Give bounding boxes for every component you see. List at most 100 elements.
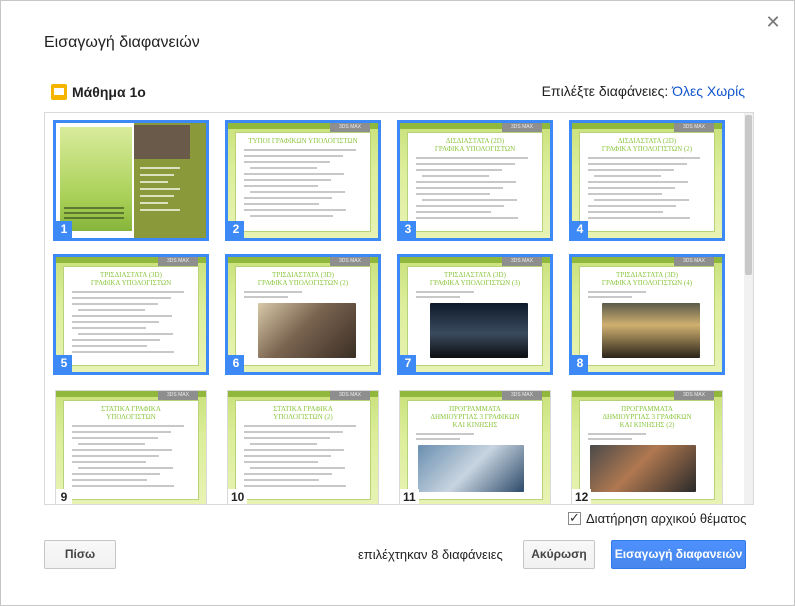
- slide-number: 2: [228, 221, 244, 238]
- text-line: [244, 461, 318, 463]
- text-line: [250, 167, 317, 169]
- scrollbar-thumb[interactable]: [745, 115, 752, 275]
- slide-title: ΠΡΟΓΡΑΜΜΑΤΑ ΔΗΜΙΟΥΡΓΙΑΣ 3 ΓΡΑΦΙΚΩΝ ΚΑΙ ΚΙΝ…: [430, 405, 520, 429]
- keep-theme-option[interactable]: Διατήρηση αρχικού θέματος: [568, 510, 746, 526]
- text-line: [78, 443, 145, 445]
- text-line: [244, 296, 288, 298]
- slide-preview: [56, 123, 206, 238]
- slide-image: [418, 445, 524, 492]
- text-line: [416, 211, 491, 213]
- slide-tag: 3DS MAX: [502, 257, 542, 266]
- keep-theme-checkbox[interactable]: [568, 510, 581, 526]
- text-line: [416, 205, 504, 207]
- text-line: [594, 175, 661, 177]
- text-line: [244, 185, 318, 187]
- slide-preview: 3DS MAX ΔΙΣΔΙΑΣΤΑΤΑ (2D) ΓΡΑΦΙΚΑ ΥΠΟΛΟΓΙΣΤ…: [572, 123, 722, 238]
- text-line: [72, 315, 172, 317]
- slide-body: [235, 132, 371, 232]
- slide-preview: 3DS MAX ΤΡΙΣΔΙΑΣΤΑΤΑ (3D) ΓΡΑΦΙΚΑ ΥΠΟΛΟΓΙΣ…: [228, 257, 378, 372]
- slide-number: 1: [56, 221, 72, 238]
- text-line: [594, 199, 689, 201]
- text-line: [244, 455, 331, 457]
- slide-thumbnail[interactable]: 3DS MAX ΤΡΙΣΔΙΑΣΤΑΤΑ (3D) ΓΡΑΦΙΚΑ ΥΠΟΛΟΓΙΣ…: [53, 254, 209, 375]
- text-line: [250, 443, 317, 445]
- text-line: [72, 321, 159, 323]
- text-line: [588, 169, 674, 171]
- slide-number: 5: [56, 355, 72, 372]
- slide-thumbnail[interactable]: 3DS MAX ΣΤΑΤΙΚΑ ΓΡΑΦΙΚΑ ΥΠΟΛΟΓΙΣΤΩΝ (2) 10: [227, 390, 379, 504]
- slide-tag: 3DS MAX: [674, 257, 714, 266]
- slide-thumbnail[interactable]: 1: [53, 120, 209, 241]
- slide-thumbnail[interactable]: 3DS MAX ΠΡΟΓΡΑΜΜΑΤΑ ΔΗΜΙΟΥΡΓΙΑΣ 3 ΓΡΑΦΙΚΩΝ…: [571, 390, 723, 504]
- back-button[interactable]: Πίσω: [44, 540, 116, 569]
- text-line: [72, 345, 147, 347]
- slide-thumbnail[interactable]: 3DS MAX ΤΡΙΣΔΙΑΣΤΑΤΑ (3D) ΓΡΑΦΙΚΑ ΥΠΟΛΟΓΙΣ…: [225, 254, 381, 375]
- slide-title: ΤΡΙΣΔΙΑΣΤΑΤΑ (3D) ΓΡΑΦΙΚΑ ΥΠΟΛΟΓΙΣΤΩΝ (3): [429, 271, 521, 287]
- cover-header-block: [134, 125, 190, 159]
- text-line: [588, 211, 663, 213]
- slide-tag: 3DS MAX: [158, 257, 198, 266]
- close-icon[interactable]: ✕: [764, 13, 782, 31]
- slide-selection-controls: Επιλέξτε διαφάνειες: Όλες Χωρίς: [542, 83, 745, 99]
- text-line: [244, 479, 319, 481]
- slide-number: 8: [572, 355, 588, 372]
- text-line: [78, 309, 145, 311]
- text-line: [140, 174, 174, 176]
- text-line: [416, 291, 474, 293]
- text-line: [244, 449, 344, 451]
- text-line: [244, 425, 356, 427]
- slide-number: 3: [400, 221, 416, 238]
- text-line: [588, 438, 632, 440]
- dialog-title: Εισαγωγή διαφανειών: [44, 34, 200, 51]
- text-line: [588, 157, 700, 159]
- select-none-link[interactable]: Χωρίς: [707, 83, 745, 99]
- text-line: [72, 473, 160, 475]
- text-line: [140, 167, 180, 169]
- text-line: [422, 175, 489, 177]
- slide-grid-scrollbar[interactable]: [744, 113, 753, 504]
- slide-title: ΣΤΑΤΙΚΑ ΓΡΑΦΙΚΑ ΥΠΟΛΟΓΙΣΤΩΝ: [101, 405, 161, 421]
- text-line: [244, 173, 344, 175]
- slide-preview: 3DS MAX ΠΡΟΓΡΑΜΜΑΤΑ ΔΗΜΙΟΥΡΓΙΑΣ 3 ΓΡΑΦΙΚΩΝ…: [400, 391, 550, 504]
- slide-number: 12: [572, 489, 592, 504]
- cover-gradient: [60, 127, 132, 231]
- text-line: [72, 339, 160, 341]
- slide-thumbnail[interactable]: 3DS MAX ΠΡΟΓΡΑΜΜΑΤΑ ΔΗΜΙΟΥΡΓΙΑΣ 3 ΓΡΑΦΙΚΩΝ…: [399, 390, 551, 504]
- slide-thumbnail[interactable]: 3DS MAX ΤΡΙΣΔΙΑΣΤΑΤΑ (3D) ΓΡΑΦΙΚΑ ΥΠΟΛΟΓΙΣ…: [569, 254, 725, 375]
- slide-tag: 3DS MAX: [502, 123, 542, 132]
- text-line: [250, 467, 345, 469]
- insert-slides-button[interactable]: Εισαγωγή διαφανειών: [611, 540, 746, 569]
- text-line: [588, 181, 688, 183]
- slide-image: [590, 445, 696, 492]
- slide-image: [602, 303, 700, 358]
- text-line: [72, 327, 146, 329]
- text-line: [588, 433, 646, 435]
- slide-preview: 3DS MAX ΣΤΑΤΙΚΑ ΓΡΑΦΙΚΑ ΥΠΟΛΟΓΙΣΤΩΝ: [56, 391, 206, 504]
- text-line: [140, 195, 174, 197]
- select-all-link[interactable]: Όλες: [672, 83, 703, 99]
- slide-title: ΣΤΑΤΙΚΑ ΓΡΑΦΙΚΑ ΥΠΟΛΟΓΙΣΤΩΝ (2): [273, 405, 333, 421]
- slide-tag: 3DS MAX: [502, 391, 542, 400]
- text-line: [64, 217, 124, 219]
- cancel-button[interactable]: Ακύρωση: [523, 540, 595, 569]
- text-line: [588, 163, 687, 165]
- text-line: [78, 333, 173, 335]
- text-line: [416, 163, 515, 165]
- text-line: [244, 485, 346, 487]
- slide-title: ΠΡΟΓΡΑΜΜΑΤΑ ΔΗΜΙΟΥΡΓΙΑΣ 3 ΓΡΑΦΙΚΩΝ ΚΑΙ ΚΙΝ…: [602, 405, 692, 429]
- insert-slides-dialog: Εισαγωγή διαφανειών ✕ Μάθημα 1ο Επιλέξτε…: [0, 0, 795, 606]
- slide-thumbnail[interactable]: 3DS MAX ΤΥΠΟΙ ΓΡΑΦΙΚΩΝ ΥΠΟΛΟΓΙΣΤΩΝ 2: [225, 120, 381, 241]
- slide-thumbnail[interactable]: 3DS MAX ΣΤΑΤΙΚΑ ΓΡΑΦΙΚΑ ΥΠΟΛΟΓΙΣΤΩΝ 9: [55, 390, 207, 504]
- slide-preview: 3DS MAX ΤΡΙΣΔΙΑΣΤΑΤΑ (3D) ΓΡΑΦΙΚΑ ΥΠΟΛΟΓΙΣ…: [56, 257, 206, 372]
- text-line: [72, 351, 174, 353]
- slide-tag: 3DS MAX: [674, 123, 714, 132]
- slide-thumbnail[interactable]: 3DS MAX ΔΙΣΔΙΑΣΤΑΤΑ (2D) ΓΡΑΦΙΚΑ ΥΠΟΛΟΓΙΣΤ…: [569, 120, 725, 241]
- slide-preview: 3DS MAX ΔΙΣΔΙΑΣΤΑΤΑ (2D) ΓΡΑΦΙΚΑ ΥΠΟΛΟΓΙΣΤ…: [400, 123, 550, 238]
- text-line: [416, 181, 516, 183]
- slide-thumbnail[interactable]: 3DS MAX ΔΙΣΔΙΑΣΤΑΤΑ (2D) ΓΡΑΦΙΚΑ ΥΠΟΛΟΓΙΣΤ…: [397, 120, 553, 241]
- slide-preview: 3DS MAX ΣΤΑΤΙΚΑ ΓΡΑΦΙΚΑ ΥΠΟΛΟΓΙΣΤΩΝ (2): [228, 391, 378, 504]
- text-line: [588, 187, 675, 189]
- slide-thumbnail[interactable]: 3DS MAX ΤΡΙΣΔΙΑΣΤΑΤΑ (3D) ΓΡΑΦΙΚΑ ΥΠΟΛΟΓΙΣ…: [397, 254, 553, 375]
- slide-number: 4: [572, 221, 588, 238]
- text-line: [72, 449, 172, 451]
